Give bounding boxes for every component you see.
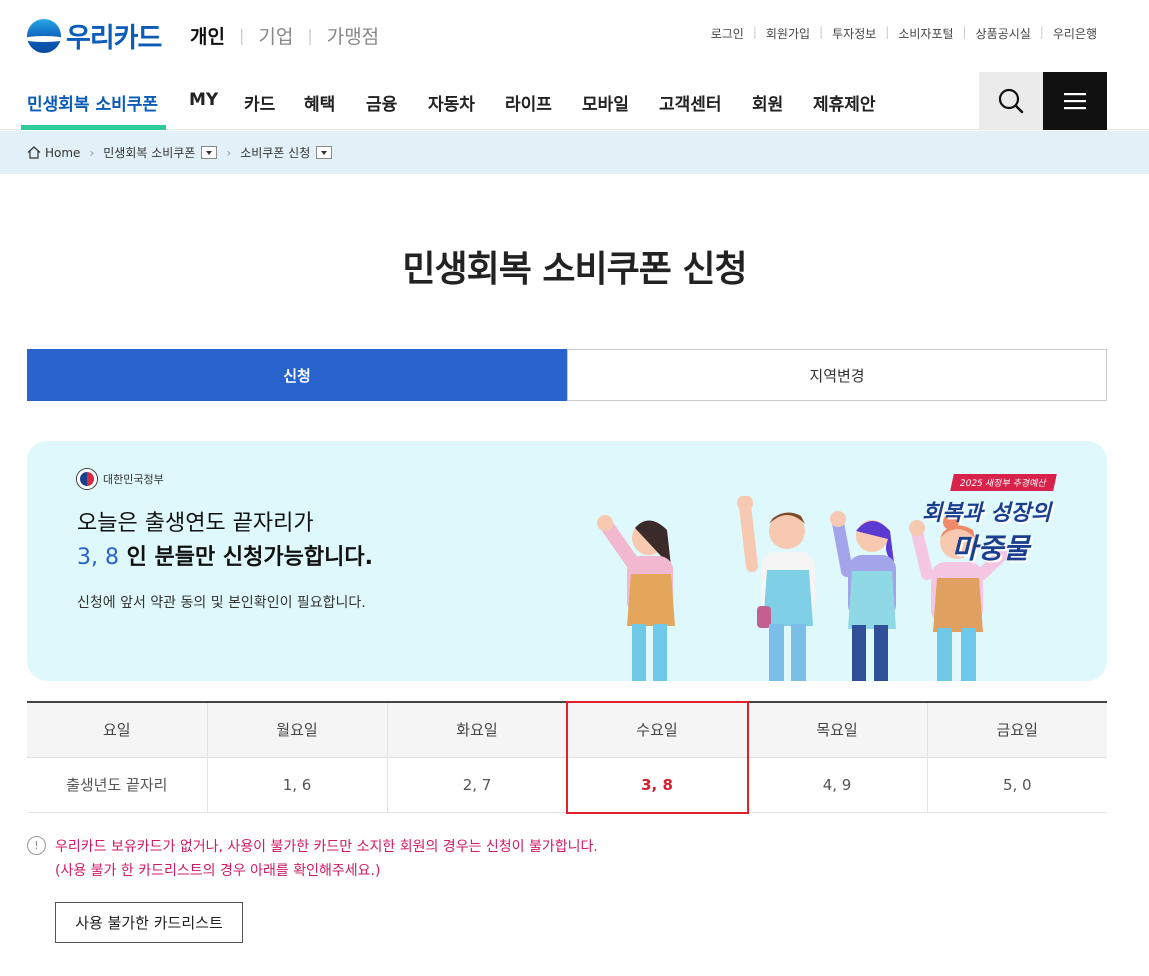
breadcrumb-home[interactable]: Home	[45, 146, 80, 160]
unusable-card-list-button[interactable]: 사용 불가한 카드리스트	[55, 902, 243, 943]
breadcrumb-level2-dropdown[interactable]	[316, 146, 333, 159]
gnb-item-mobile[interactable]: 모바일	[582, 90, 629, 115]
divider: |	[885, 25, 890, 39]
gnb-item-auto[interactable]: 자동차	[428, 90, 475, 115]
government-name: 대한민국정부	[103, 473, 164, 486]
tab-bar: 신청 지역변경	[27, 349, 1107, 401]
home-icon	[27, 146, 41, 159]
chevron-right-icon: ›	[226, 145, 232, 160]
utility-links: 로그인 | 회원가입 | 투자정보 | 소비자포털 | 상품공시실 | 우리은행	[711, 25, 1097, 42]
segment-business[interactable]: 기업	[258, 22, 293, 49]
divider: |	[819, 25, 824, 39]
breadcrumb-level1[interactable]: 민생회복 소비쿠폰	[103, 144, 195, 161]
tab-region-change[interactable]: 지역변경	[567, 349, 1107, 401]
government-label: 대한민국정부	[77, 469, 164, 489]
promo-title-2: 마중물	[952, 532, 1030, 565]
top-bar: 우리카드 개인 | 기업 | 가맹점 로그인 | 회원가입 | 투자정보 | 소…	[0, 0, 1149, 72]
table-header-cell: 화요일	[387, 702, 568, 758]
gnb-item-consumption-coupon[interactable]: 민생회복 소비쿠폰	[27, 90, 158, 115]
today-digits: 3, 8	[77, 545, 119, 570]
page-title: 민생회복 소비쿠폰 신청	[402, 249, 747, 290]
segment-personal[interactable]: 개인	[190, 22, 225, 49]
search-button[interactable]	[979, 72, 1043, 130]
product-disclosure-link[interactable]: 상품공시실	[976, 25, 1031, 42]
login-link[interactable]: 로그인	[711, 25, 744, 42]
banner-subtext: 신청에 앞서 약관 동의 및 본인확인이 필요합니다.	[77, 595, 366, 611]
active-nav-underline	[21, 125, 166, 130]
consumer-portal-link[interactable]: 소비자포털	[898, 25, 953, 42]
notice-line-1: 우리카드 보유카드가 없거나, 사용이 불가한 카드만 소지한 회원의 경우는 …	[55, 839, 598, 855]
all-menu-button[interactable]	[1043, 72, 1107, 130]
woori-card-logo[interactable]: 우리카드	[27, 16, 162, 55]
banner-headline-2: 3, 8 인 분들만 신청가능합니다.	[77, 539, 373, 571]
investor-info-link[interactable]: 투자정보	[832, 25, 876, 42]
tab-apply[interactable]: 신청	[27, 349, 567, 401]
segment-merchant[interactable]: 가맹점	[327, 22, 379, 49]
gnb-item-benefits[interactable]: 혜택	[304, 90, 335, 115]
search-icon	[998, 88, 1024, 114]
logo-mark-icon	[27, 18, 61, 53]
table-row-label: 출생년도 끝자리	[27, 757, 208, 813]
divider: |	[238, 26, 245, 45]
divider: |	[1039, 25, 1044, 39]
gnb-item-customer-center[interactable]: 고객센터	[659, 90, 722, 115]
gnb-item-member[interactable]: 회원	[752, 90, 783, 115]
woori-bank-link[interactable]: 우리은행	[1053, 25, 1097, 42]
breadcrumb-level1-dropdown[interactable]	[201, 146, 218, 159]
exclamation-icon: !	[27, 836, 46, 855]
hamburger-menu-icon	[1064, 93, 1086, 110]
notice-text: 우리카드 보유카드가 없거나, 사용이 불가한 카드만 소지한 회원의 경우는 …	[55, 835, 598, 883]
table-cell: 2, 7	[387, 757, 568, 813]
promo-badge: 2025 새정부 추경예산 회복과 성장의 마중물	[922, 471, 1072, 567]
promo-tag: 2025 새정부 추경예산	[950, 474, 1057, 491]
table-header-cell: 금요일	[927, 702, 1107, 758]
notice-line-2: (사용 불가 한 카드리스트의 경우 아래를 확인해주세요.)	[55, 863, 381, 879]
divider: |	[307, 26, 313, 45]
logo-text: 우리카드	[66, 23, 162, 54]
eligibility-banner: 대한민국정부 오늘은 출생연도 끝자리가 3, 8 인 분들만 신청가능합니다.…	[27, 441, 1107, 681]
customer-segment-nav: 개인 | 기업 | 가맹점	[190, 22, 379, 49]
table-cell: 4, 9	[747, 757, 928, 813]
taegeuk-emblem-icon	[77, 469, 97, 489]
breadcrumb-level2[interactable]: 소비쿠폰 신청	[240, 144, 310, 161]
table-cell: 5, 0	[927, 757, 1107, 813]
table-header-cell: 월요일	[207, 702, 388, 758]
table-header-cell: 요일	[27, 702, 208, 758]
gnb-item-life[interactable]: 라이프	[505, 90, 552, 115]
signup-link[interactable]: 회원가입	[766, 25, 810, 42]
gnb-item-finance[interactable]: 금융	[366, 90, 397, 115]
gnb-item-card[interactable]: 카드	[244, 90, 275, 115]
table-header-cell: 목요일	[747, 702, 928, 758]
table-cell: 1, 6	[207, 757, 388, 813]
promo-title-1: 회복과 성장의	[922, 501, 1052, 526]
today-highlight-box	[566, 701, 749, 814]
banner-headline-1: 오늘은 출생연도 끝자리가	[77, 511, 314, 536]
gnb-item-my[interactable]: MY	[189, 90, 218, 110]
banner-headline-2-rest: 인 분들만 신청가능합니다.	[118, 545, 373, 570]
divider: |	[962, 25, 967, 39]
notice: ! 우리카드 보유카드가 없거나, 사용이 불가한 카드만 소지한 회원의 경우…	[27, 835, 598, 883]
divider: |	[752, 25, 757, 39]
chevron-right-icon: ›	[89, 145, 95, 160]
main-navigation: 민생회복 소비쿠폰 MY 카드 혜택 금융 자동차 라이프 모바일 고객센터 회…	[0, 72, 1149, 130]
gnb-item-partnership[interactable]: 제휴제안	[813, 90, 876, 115]
breadcrumb: Home › 민생회복 소비쿠폰 › 소비쿠폰 신청	[0, 131, 1149, 174]
